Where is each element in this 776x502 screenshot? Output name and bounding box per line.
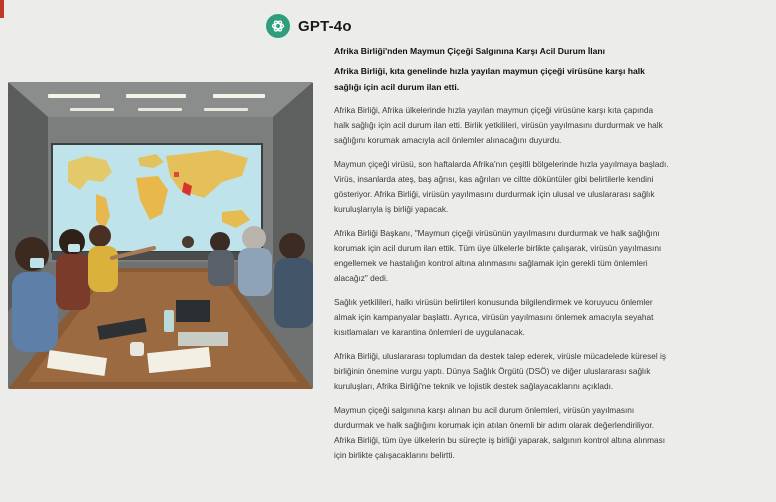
model-name: GPT-4o [298,17,352,35]
article-lead: Afrika Birliği, kıta genelinde hızla yay… [334,66,645,92]
article-paragraph: Maymun çiçeği salgınına karşı alınan bu … [334,405,666,460]
window-edge-accent [0,0,4,18]
article-paragraph: Sağlık yetkilileri, halkı virüsün belirt… [334,297,654,337]
article-title: Afrika Birliği'nden Maymun Çiçeği Salgın… [334,46,606,56]
response-header: GPT-4o [266,12,352,40]
article-paragraph: Afrika Birliği Başkanı, "Maymun çiçeği v… [334,228,662,283]
generated-image[interactable] [8,82,313,389]
openai-logo-icon [266,14,290,38]
article-paragraph: Maymun çiçeği virüsü, son haftalarda Afr… [334,159,669,214]
article-paragraph: Afrika Birliği, Afrika ülkelerinde hızla… [334,105,663,145]
article-paragraph: Afrika Birliği, uluslararası toplumdan d… [334,351,667,391]
article-text: Afrika Birliği'nden Maymun Çiçeği Salgın… [334,44,670,472]
